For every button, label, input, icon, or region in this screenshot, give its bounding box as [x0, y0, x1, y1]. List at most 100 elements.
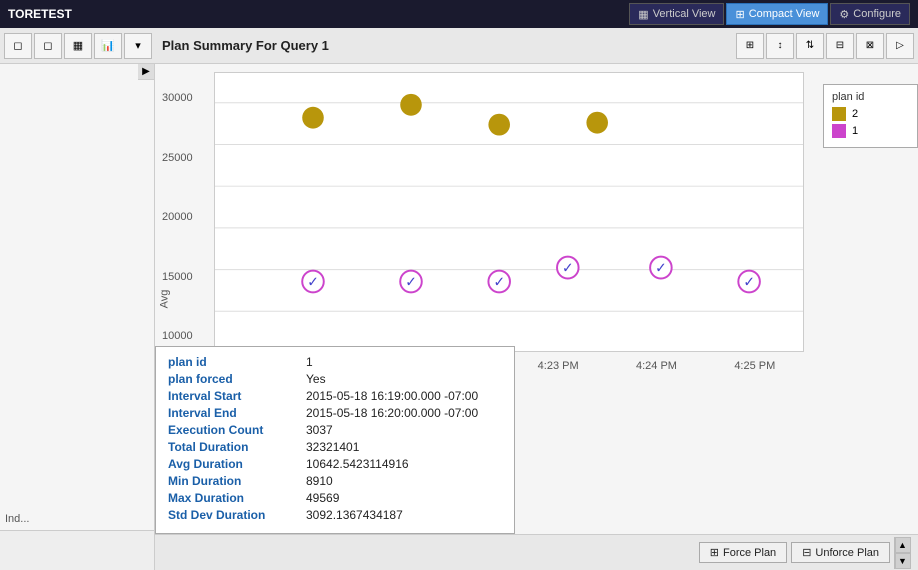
app-title: TORETEST — [8, 7, 72, 21]
toolbar-right-icon-4: ⊟ — [836, 40, 844, 51]
y-tick-20000: 20000 — [162, 211, 193, 223]
left-panel: ▶ Ind... — [0, 64, 155, 570]
toolbar-right-btn-6[interactable]: ▷ — [886, 33, 914, 59]
tooltip-row-max-dur: Max Duration 49569 — [168, 491, 502, 505]
view-buttons: ▦ Vertical View ⊞ Compact View ⚙ Configu… — [629, 3, 910, 25]
legend-box: plan id 2 1 — [823, 84, 918, 148]
scroll-arrow-up[interactable]: ▲ — [895, 537, 911, 553]
left-panel-arrow[interactable]: ▶ — [138, 64, 154, 80]
tooltip-val-max-dur: 49569 — [306, 491, 339, 505]
main-toolbar: ◻ ◻ ▦ 📊 ▾ Plan Summary For Query 1 ⊞ ↕ ⇅… — [0, 28, 918, 64]
unforce-plan-btn[interactable]: ⊟ Unforce Plan — [791, 542, 890, 563]
toolbar-right-buttons: ⊞ ↕ ⇅ ⊟ ⊠ ▷ — [736, 33, 914, 59]
chart-area: Avg — [155, 64, 918, 570]
y-tick-15000: 15000 — [162, 271, 193, 283]
compact-view-btn[interactable]: ⊞ Compact View — [726, 3, 828, 25]
tooltip-val-plan-forced: Yes — [306, 372, 326, 386]
tooltip-val-interval-start: 2015-05-18 16:19:00.000 -07:00 — [306, 389, 478, 403]
tooltip-row-avg-dur: Avg Duration 10642.5423114916 — [168, 457, 502, 471]
legend-item-2: 2 — [832, 107, 909, 121]
configure-label: Configure — [853, 8, 901, 20]
chart-svg: ✓ ✓ ✓ ✓ ✓ ✓ — [214, 72, 804, 352]
toolbar-right-btn-1[interactable]: ⊞ — [736, 33, 764, 59]
left-panel-label: Ind... — [5, 513, 29, 525]
tooltip-row-interval-end: Interval End 2015-05-18 16:20:00.000 -07… — [168, 406, 502, 420]
y-tick-30000: 30000 — [162, 92, 193, 104]
tooltip-key-std-dur: Std Dev Duration — [168, 508, 298, 522]
x-tick-423: 4:23 PM — [538, 360, 579, 372]
svg-text:✓: ✓ — [743, 273, 754, 289]
toolbar-right-icon-6: ▷ — [896, 40, 904, 51]
tooltip-key-interval-end: Interval End — [168, 406, 298, 420]
tooltip-val-min-dur: 8910 — [306, 474, 333, 488]
toolbar-btn-dropdown[interactable]: ▾ — [124, 33, 152, 59]
title-bar: TORETEST ▦ Vertical View ⊞ Compact View … — [0, 0, 918, 28]
configure-btn[interactable]: ⚙ Configure — [830, 3, 910, 25]
toolbar-icon-3: ▦ — [73, 39, 83, 52]
tooltip-row-min-dur: Min Duration 8910 — [168, 474, 502, 488]
tooltip-val-std-dur: 3092.1367434187 — [306, 508, 403, 522]
toolbar-btn-4[interactable]: 📊 — [94, 33, 122, 59]
toolbar-btn-3[interactable]: ▦ — [64, 33, 92, 59]
svg-text:✓: ✓ — [493, 273, 504, 289]
tooltip-val-total-dur: 32321401 — [306, 440, 359, 454]
svg-text:✓: ✓ — [307, 273, 318, 289]
svg-text:✓: ✓ — [655, 259, 666, 275]
vertical-view-label: Vertical View — [653, 8, 716, 20]
toolbar-btn-1[interactable]: ◻ — [4, 33, 32, 59]
tooltip-key-min-dur: Min Duration — [168, 474, 298, 488]
toolbar-icon-4: 📊 — [101, 39, 115, 52]
toolbar-right-btn-4[interactable]: ⊟ — [826, 33, 854, 59]
tooltip-panel: plan id 1 plan forced Yes Interval Start… — [155, 346, 515, 534]
force-plan-btn[interactable]: ⊞ Force Plan — [699, 542, 787, 563]
unforce-plan-icon: ⊟ — [802, 546, 811, 559]
tooltip-row-plan-forced: plan forced Yes — [168, 372, 502, 386]
toolbar-right-icon-3: ⇅ — [806, 40, 814, 51]
tooltip-row-total-dur: Total Duration 32321401 — [168, 440, 502, 454]
toolbar-right-btn-3[interactable]: ⇅ — [796, 33, 824, 59]
tooltip-val-exec-count: 3037 — [306, 423, 333, 437]
tooltip-val-interval-end: 2015-05-18 16:20:00.000 -07:00 — [306, 406, 478, 420]
legend-item-1: 1 — [832, 124, 909, 138]
svg-text:✓: ✓ — [405, 273, 416, 289]
force-plan-label: Force Plan — [723, 547, 776, 559]
plan-title: Plan Summary For Query 1 — [162, 38, 329, 53]
tooltip-key-interval-start: Interval Start — [168, 389, 298, 403]
x-tick-425: 4:25 PM — [734, 360, 775, 372]
tooltip-row-std-dur: Std Dev Duration 3092.1367434187 — [168, 508, 502, 522]
toolbar-btn-2[interactable]: ◻ — [34, 33, 62, 59]
vertical-view-btn[interactable]: ▦ Vertical View — [629, 3, 724, 25]
toolbar-right-btn-2[interactable]: ↕ — [766, 33, 794, 59]
toolbar-icon-2: ◻ — [43, 39, 52, 52]
legend-title: plan id — [832, 91, 909, 103]
tooltip-key-avg-dur: Avg Duration — [168, 457, 298, 471]
y-tick-10000: 10000 — [162, 330, 193, 342]
legend-label-1: 1 — [852, 125, 858, 137]
bottom-bar: ⊞ Force Plan ⊟ Unforce Plan ▲ ▼ — [155, 534, 918, 570]
legend-color-2 — [832, 107, 846, 121]
scroll-arrow-down[interactable]: ▼ — [895, 553, 911, 569]
tooltip-row-exec-count: Execution Count 3037 — [168, 423, 502, 437]
legend-color-1 — [832, 124, 846, 138]
toolbar-right-icon-1: ⊞ — [746, 40, 754, 51]
tooltip-row-interval-start: Interval Start 2015-05-18 16:19:00.000 -… — [168, 389, 502, 403]
unforce-plan-label: Unforce Plan — [815, 547, 879, 559]
tooltip-val-avg-dur: 10642.5423114916 — [306, 457, 409, 471]
tooltip-val-plan-id: 1 — [306, 355, 313, 369]
vertical-view-icon: ▦ — [638, 8, 648, 21]
chart-container: Avg — [155, 64, 918, 534]
legend-label-2: 2 — [852, 108, 858, 120]
tooltip-key-exec-count: Execution Count — [168, 423, 298, 437]
force-plan-icon: ⊞ — [710, 546, 719, 559]
svg-text:✓: ✓ — [562, 259, 573, 275]
chart-inner: ✓ ✓ ✓ ✓ ✓ ✓ 30000 25000 20000 — [214, 72, 804, 352]
scrollbar-vertical[interactable]: ▲ ▼ — [894, 537, 910, 569]
toolbar-right-btn-5[interactable]: ⊠ — [856, 33, 884, 59]
y-tick-25000: 25000 — [162, 152, 193, 164]
dropdown-icon: ▾ — [135, 39, 141, 52]
toolbar-right-icon-5: ⊠ — [866, 40, 874, 51]
compact-view-icon: ⊞ — [735, 8, 744, 21]
configure-icon: ⚙ — [839, 8, 849, 21]
main-area: ▶ Ind... Avg — [0, 64, 918, 570]
toolbar-icon-1: ◻ — [13, 39, 22, 52]
